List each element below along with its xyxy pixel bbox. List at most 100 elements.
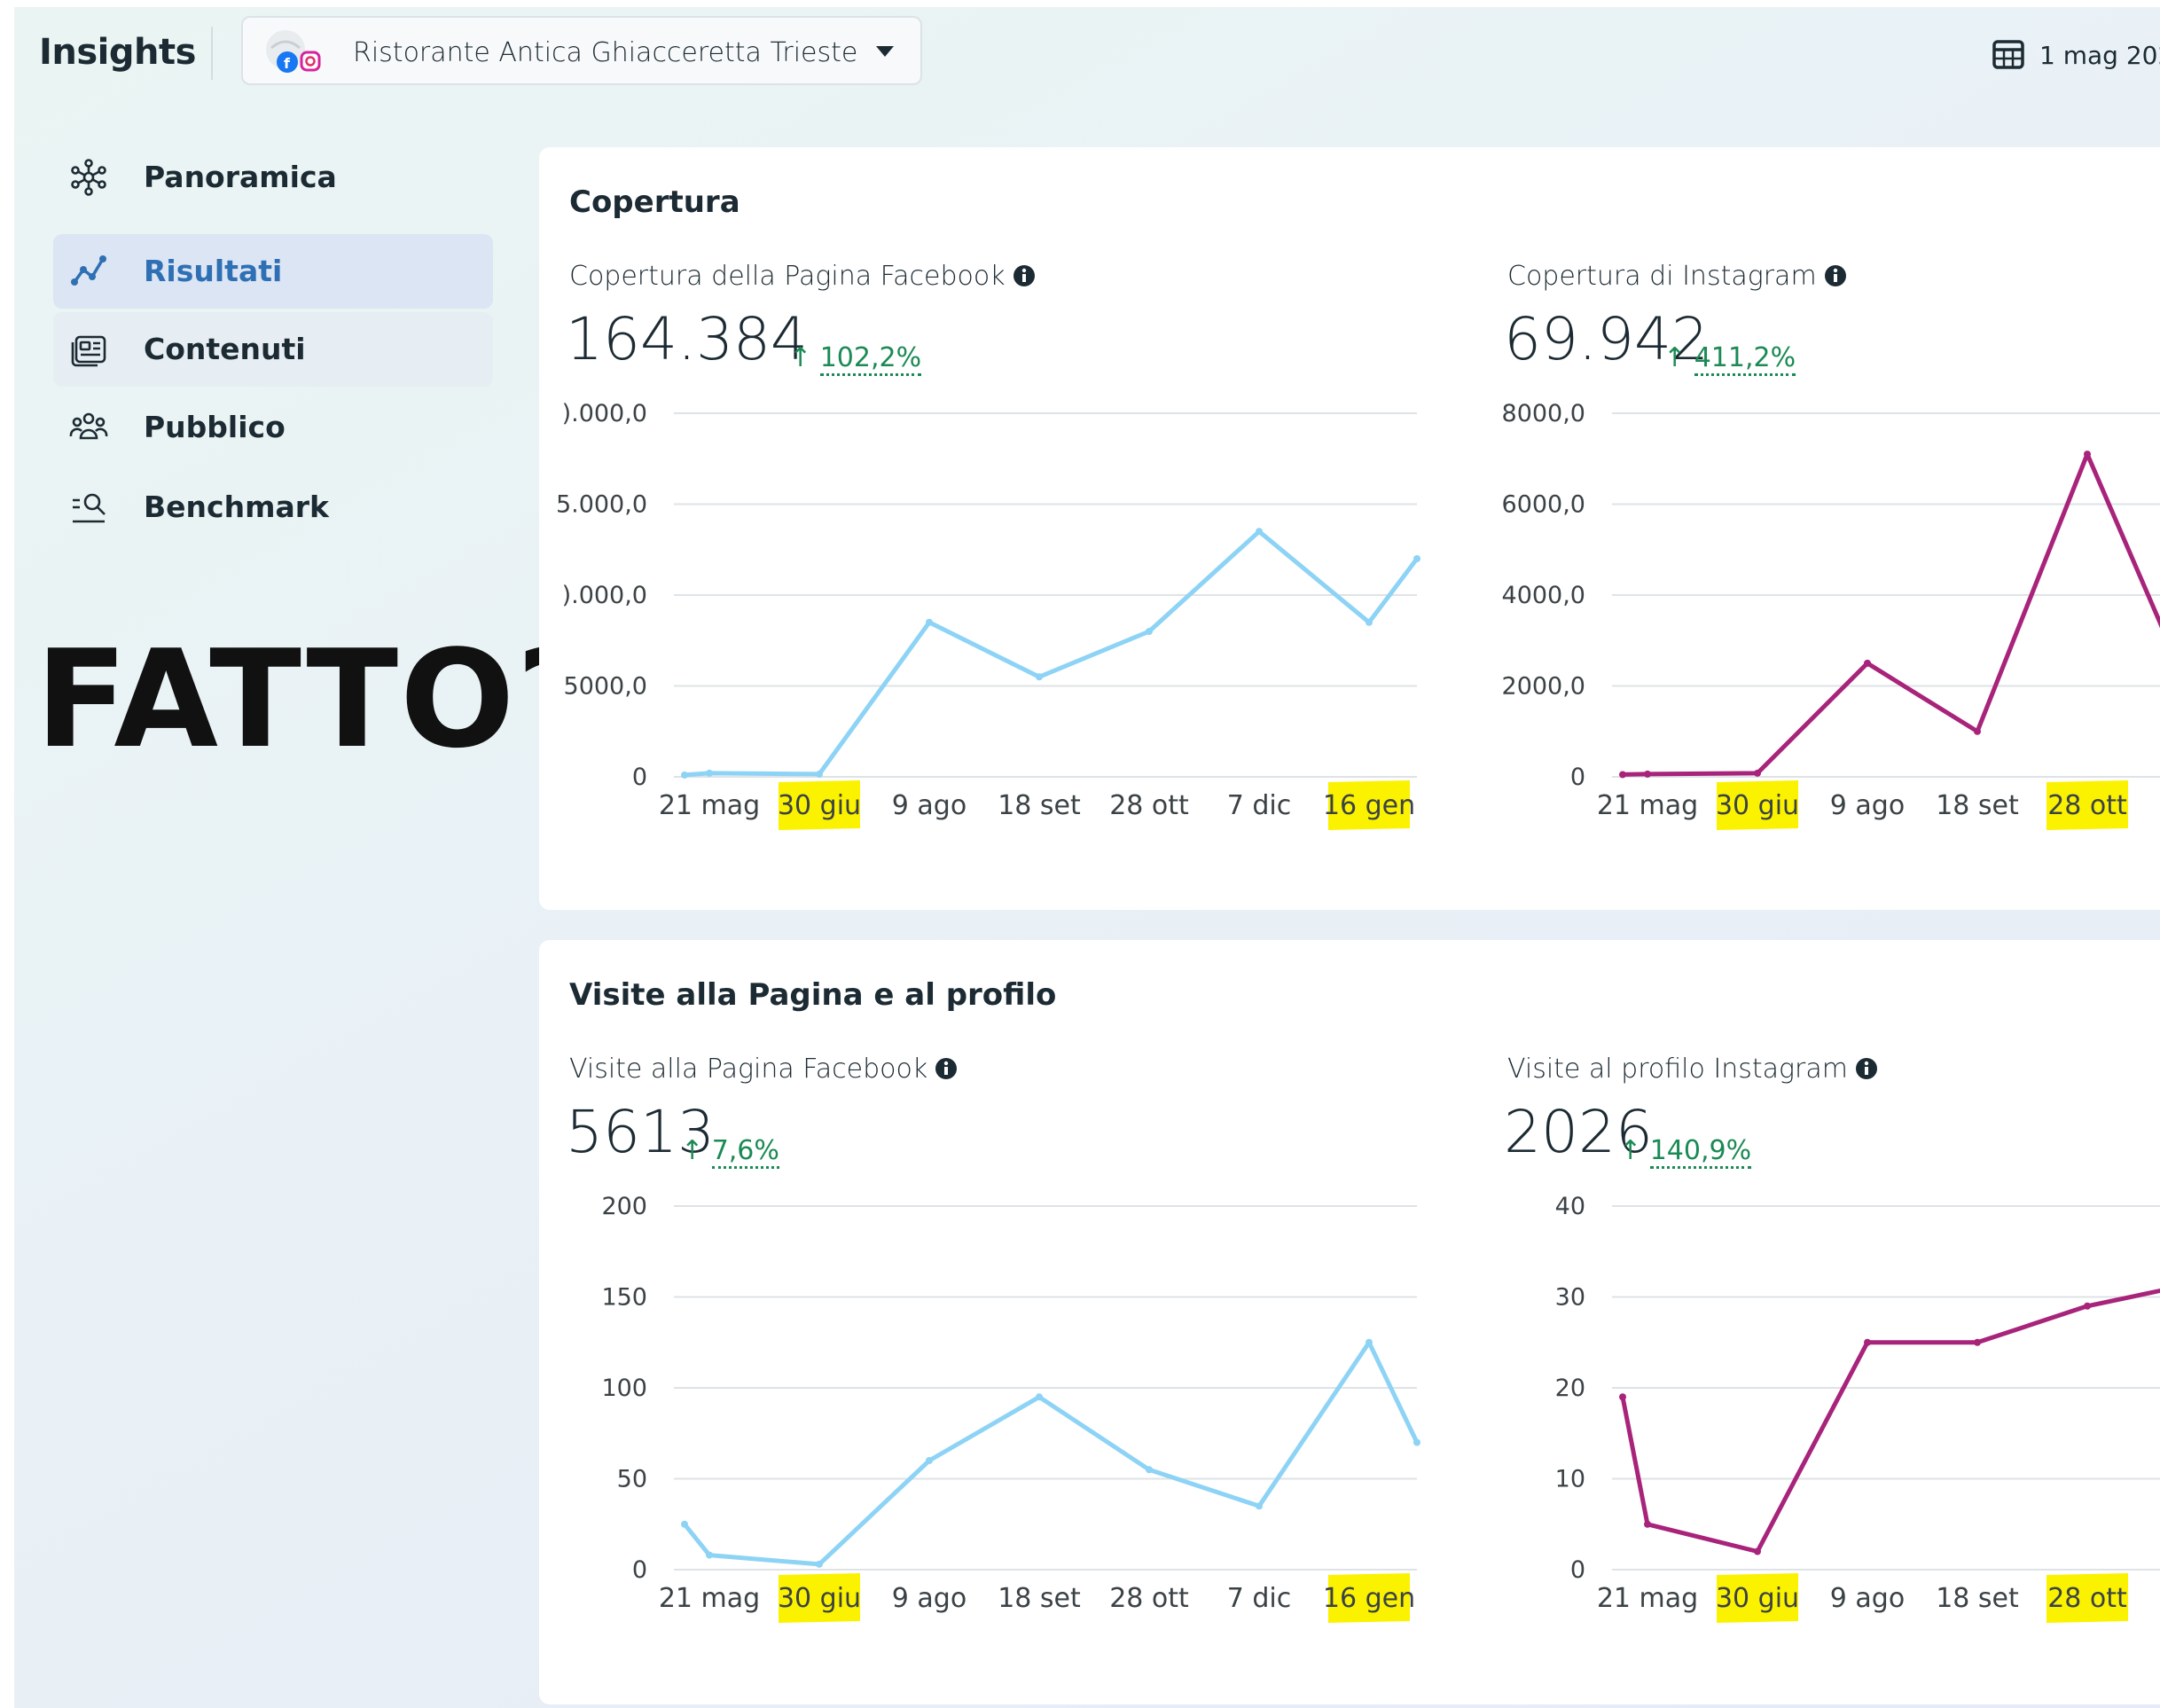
x-tick-label: 9 ago xyxy=(892,790,967,821)
metric-change: ↑ 140,9% xyxy=(1619,1135,1752,1169)
svg-text:f: f xyxy=(284,55,291,72)
y-tick-label: 0 xyxy=(632,1556,647,1584)
y-tick-label: 8000,0 xyxy=(1502,400,1585,427)
data-point xyxy=(1974,727,1981,735)
data-point xyxy=(1644,770,1651,778)
metric-title: Copertura della Pagina Facebook xyxy=(569,261,1036,292)
y-tick-label: 2000,0 xyxy=(1502,673,1585,701)
data-point xyxy=(1413,1438,1420,1446)
x-tick-label: 7 dic xyxy=(1227,1583,1292,1614)
y-tick-label: 0 xyxy=(1570,1556,1585,1584)
data-point xyxy=(1256,1502,1263,1510)
y-tick-label: 6000,0 xyxy=(1502,491,1585,519)
change-percent[interactable]: 140,9% xyxy=(1649,1135,1752,1169)
y-tick-label: 0 xyxy=(632,764,647,791)
sidebar-item-panoramica[interactable]: Panoramica xyxy=(53,140,493,215)
y-tick-label: ).000,0 xyxy=(562,400,647,427)
metric-title: Copertura di Instagram xyxy=(1507,261,1847,292)
y-tick-label: 40 xyxy=(1555,1193,1585,1220)
metric-facebook-visits: Visite alla Pagina Facebook 5613 ↑ 7,6% … xyxy=(539,940,1426,1703)
visits-card: Visite alla Pagina e al profilo Visite a… xyxy=(539,940,2160,1704)
change-percent[interactable]: 411,2% xyxy=(1694,342,1796,376)
series-line xyxy=(683,1340,1420,1567)
page-avatar-icon: f xyxy=(266,30,321,73)
data-point xyxy=(1146,1466,1153,1474)
data-point xyxy=(681,1520,688,1528)
data-point xyxy=(2084,451,2091,458)
sidebar-item-label: Panoramica xyxy=(144,160,337,194)
info-icon[interactable] xyxy=(935,1057,958,1080)
x-tick-label: 7 dic xyxy=(1227,790,1292,821)
x-tick-label: 21 mag xyxy=(1597,790,1698,821)
y-tick-label: ).000,0 xyxy=(562,582,647,609)
x-tick-label: 28 ott xyxy=(1109,790,1189,821)
arrow-up-icon: ↑ xyxy=(1619,1135,1642,1166)
data-point xyxy=(1413,555,1420,562)
sidebar-item-label: Risultati xyxy=(144,254,283,288)
metric-title: Visite al profilo Instagram xyxy=(1507,1054,1878,1085)
x-tick-label: 18 set xyxy=(998,790,1081,821)
x-tick-label: 9 ago xyxy=(1830,1583,1905,1614)
metric-change: ↑ 7,6% xyxy=(681,1135,779,1169)
x-tick-label: 9 ago xyxy=(892,1583,967,1614)
data-point xyxy=(1366,618,1373,626)
y-tick-label: 200 xyxy=(601,1193,647,1220)
data-point xyxy=(1619,771,1626,779)
sidebar-item-pubblico[interactable]: Pubblico xyxy=(53,390,493,465)
metric-value: 164.384 xyxy=(566,305,808,373)
x-tick-label: 9 ago xyxy=(1830,790,1905,821)
x-tick-label: 21 mag xyxy=(1597,1583,1698,1614)
data-point xyxy=(1366,1338,1373,1346)
metric-change: ↑ 102,2% xyxy=(789,342,922,376)
y-tick-label: 10 xyxy=(1555,1466,1585,1493)
app-title: Insights xyxy=(39,32,196,73)
y-tick-label: 50 xyxy=(617,1466,647,1493)
data-point xyxy=(1619,1393,1626,1401)
info-icon[interactable] xyxy=(1824,264,1847,287)
x-tick-label: 30 giu xyxy=(778,1583,861,1614)
page-selector[interactable]: f Ristorante Antica Ghiacceretta Trieste xyxy=(241,16,922,85)
overlay-caption: FATTO? xyxy=(35,621,597,778)
x-tick-label: 16 gen xyxy=(1323,1583,1415,1614)
y-tick-label: 5000,0 xyxy=(564,673,647,701)
sidebar-item-risultati[interactable]: Risultati xyxy=(53,234,493,309)
metric-facebook-reach: Copertura della Pagina Facebook 164.384 … xyxy=(539,147,1426,910)
sidebar-item-contenuti[interactable]: Contenuti xyxy=(53,312,493,387)
x-tick-label: 21 mag xyxy=(659,1583,760,1614)
data-point xyxy=(1754,769,1761,777)
x-tick-label: 18 set xyxy=(1936,790,2019,821)
info-icon[interactable] xyxy=(1013,264,1036,287)
change-percent[interactable]: 102,2% xyxy=(819,342,922,376)
arrow-up-icon: ↑ xyxy=(789,342,812,373)
title-divider xyxy=(211,27,213,80)
data-point xyxy=(706,1551,713,1559)
change-percent[interactable]: 7,6% xyxy=(711,1135,779,1169)
data-point xyxy=(2084,1302,2091,1310)
x-tick-label: 18 set xyxy=(1936,1583,2019,1614)
data-point xyxy=(1036,1393,1043,1401)
x-tick-label: 28 ott xyxy=(2047,790,2127,821)
sidebar-item-benchmark[interactable]: Benchmark xyxy=(53,470,493,545)
chart-facebook-reach: ).000,0 5.000,0 ).000,0 5000,0 0 21 mag 30 giu… xyxy=(556,400,1420,830)
arrow-up-icon: ↑ xyxy=(681,1135,704,1166)
data-point xyxy=(816,1560,823,1568)
x-tick-label: 21 mag xyxy=(659,790,760,821)
chart-instagram-reach: 8000,0 6000,0 4000,0 2000,0 0 21 mag 30 giu 9 a… xyxy=(1502,400,2160,830)
x-tick-label: 30 giu xyxy=(778,790,861,821)
y-tick-label: 100 xyxy=(601,1375,647,1402)
data-point xyxy=(1864,1338,1871,1346)
reach-card: Copertura Copertura della Pagina Faceboo… xyxy=(539,147,2160,910)
info-icon[interactable] xyxy=(1855,1057,1878,1080)
series-line xyxy=(1622,451,2160,777)
y-tick-label: 5.000,0 xyxy=(556,491,647,519)
data-point xyxy=(926,618,933,626)
y-tick-label: 30 xyxy=(1555,1284,1585,1312)
top-bar: Insights f Ristorante Antica Ghiaccerett… xyxy=(14,7,2160,106)
page-name: Ristorante Antica Ghiacceretta Trieste xyxy=(353,37,858,68)
x-tick-label: 30 giu xyxy=(1716,790,1799,821)
calendar-icon xyxy=(1992,40,2024,69)
y-tick-label: 0 xyxy=(1570,764,1585,791)
arrow-up-icon: ↑ xyxy=(1663,342,1687,373)
data-point xyxy=(1864,659,1871,667)
metric-change: ↑ 411,2% xyxy=(1663,342,1796,376)
